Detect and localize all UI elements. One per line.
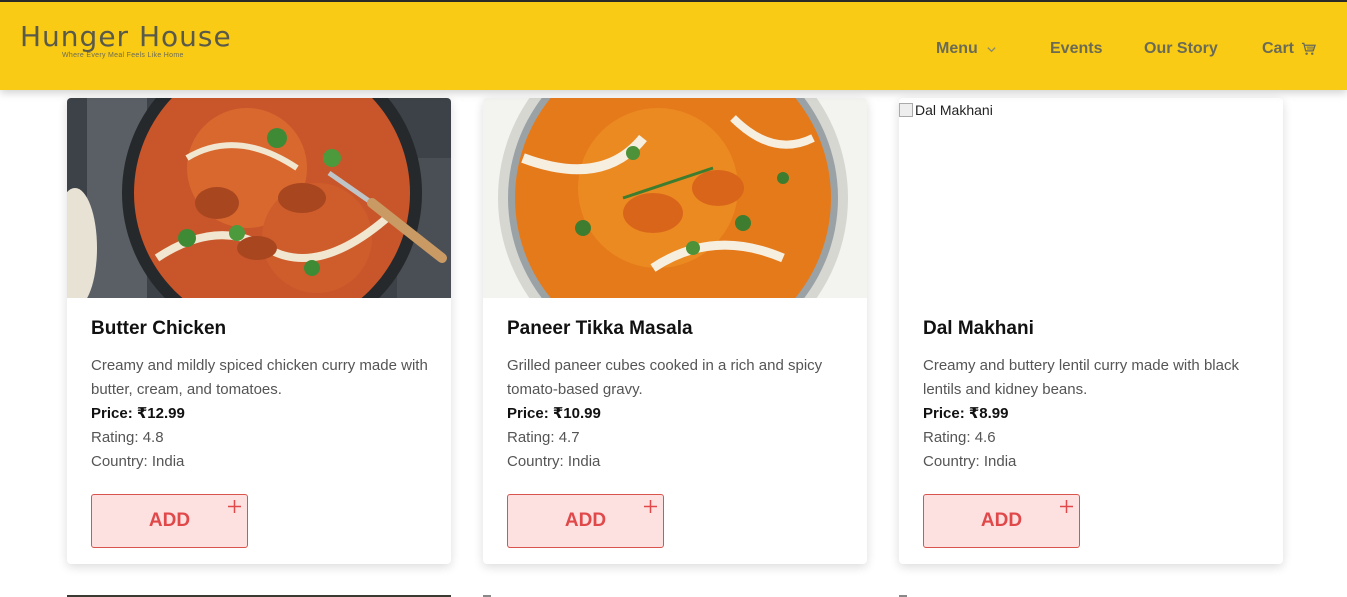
add-button-label: ADD [564,510,607,531]
paneer-tikka-photo [483,98,867,298]
card-country: Country: India [507,453,601,470]
card-title: Butter Chicken [91,318,227,339]
plus-icon [228,500,241,513]
menu-card: Butter Chicken Creamy and mildly spiced … [67,98,451,564]
next-card-top [483,593,495,597]
brand-logo[interactable]: Hunger House Where Every Meal Feels Like… [20,20,232,59]
broken-image-icon [899,103,913,117]
brand-title: Hunger House [20,20,232,53]
menu-card: Dal Makhani Dal Makhani Creamy and butte… [899,98,1283,564]
card-description: Creamy and buttery lentil curry made wit… [923,357,1239,398]
card-price: Price: ₹10.99 [507,405,601,422]
card-country: Country: India [91,453,185,470]
image-alt-text: Dal Makhani [915,102,993,118]
card-rating: Rating: 4.8 [91,429,164,446]
add-button[interactable]: ADD [923,494,1080,548]
add-button-label: ADD [980,510,1023,531]
card-price: Price: ₹12.99 [91,405,185,422]
card-description: Creamy and mildly spiced chicken curry m… [91,357,428,398]
menu-card: Paneer Tikka Masala Grilled paneer cubes… [483,98,867,564]
add-button-label: ADD [148,510,191,531]
butter-chicken-image [67,98,451,298]
paneer-tikka-image [483,98,867,298]
card-rating: Rating: 4.7 [507,429,580,446]
site-header: Hunger House Where Every Meal Feels Like… [0,2,1347,90]
chevron-down-icon [987,46,996,52]
nav-menu-label: Menu [936,40,978,57]
nav-our-story[interactable]: Our Story [1144,38,1218,60]
next-card-top [67,593,451,597]
butter-chicken-photo [67,98,451,298]
nav-events[interactable]: Events [1050,38,1102,60]
dal-makhani-image: Dal Makhani [899,98,1283,298]
nav-events-label: Events [1050,40,1103,57]
add-button[interactable]: ADD [91,494,248,548]
nav-menu[interactable]: Menu [936,38,997,60]
card-description: Grilled paneer cubes cooked in a rich an… [507,357,823,398]
nav-story-label: Our Story [1144,40,1218,57]
plus-icon [644,500,657,513]
card-price: Price: ₹8.99 [923,405,1009,422]
broken-image-alt: Dal Makhani [899,102,993,118]
next-card-top [899,593,911,597]
nav-cart-label: Cart [1262,40,1295,57]
nav-cart[interactable]: Cart [1262,38,1316,60]
card-rating: Rating: 4.6 [923,429,996,446]
plus-icon [1060,500,1073,513]
card-title: Paneer Tikka Masala [507,318,693,339]
cart-icon [1301,42,1316,55]
add-button[interactable]: ADD [507,494,664,548]
card-country: Country: India [923,453,1017,470]
card-title: Dal Makhani [923,318,1034,339]
